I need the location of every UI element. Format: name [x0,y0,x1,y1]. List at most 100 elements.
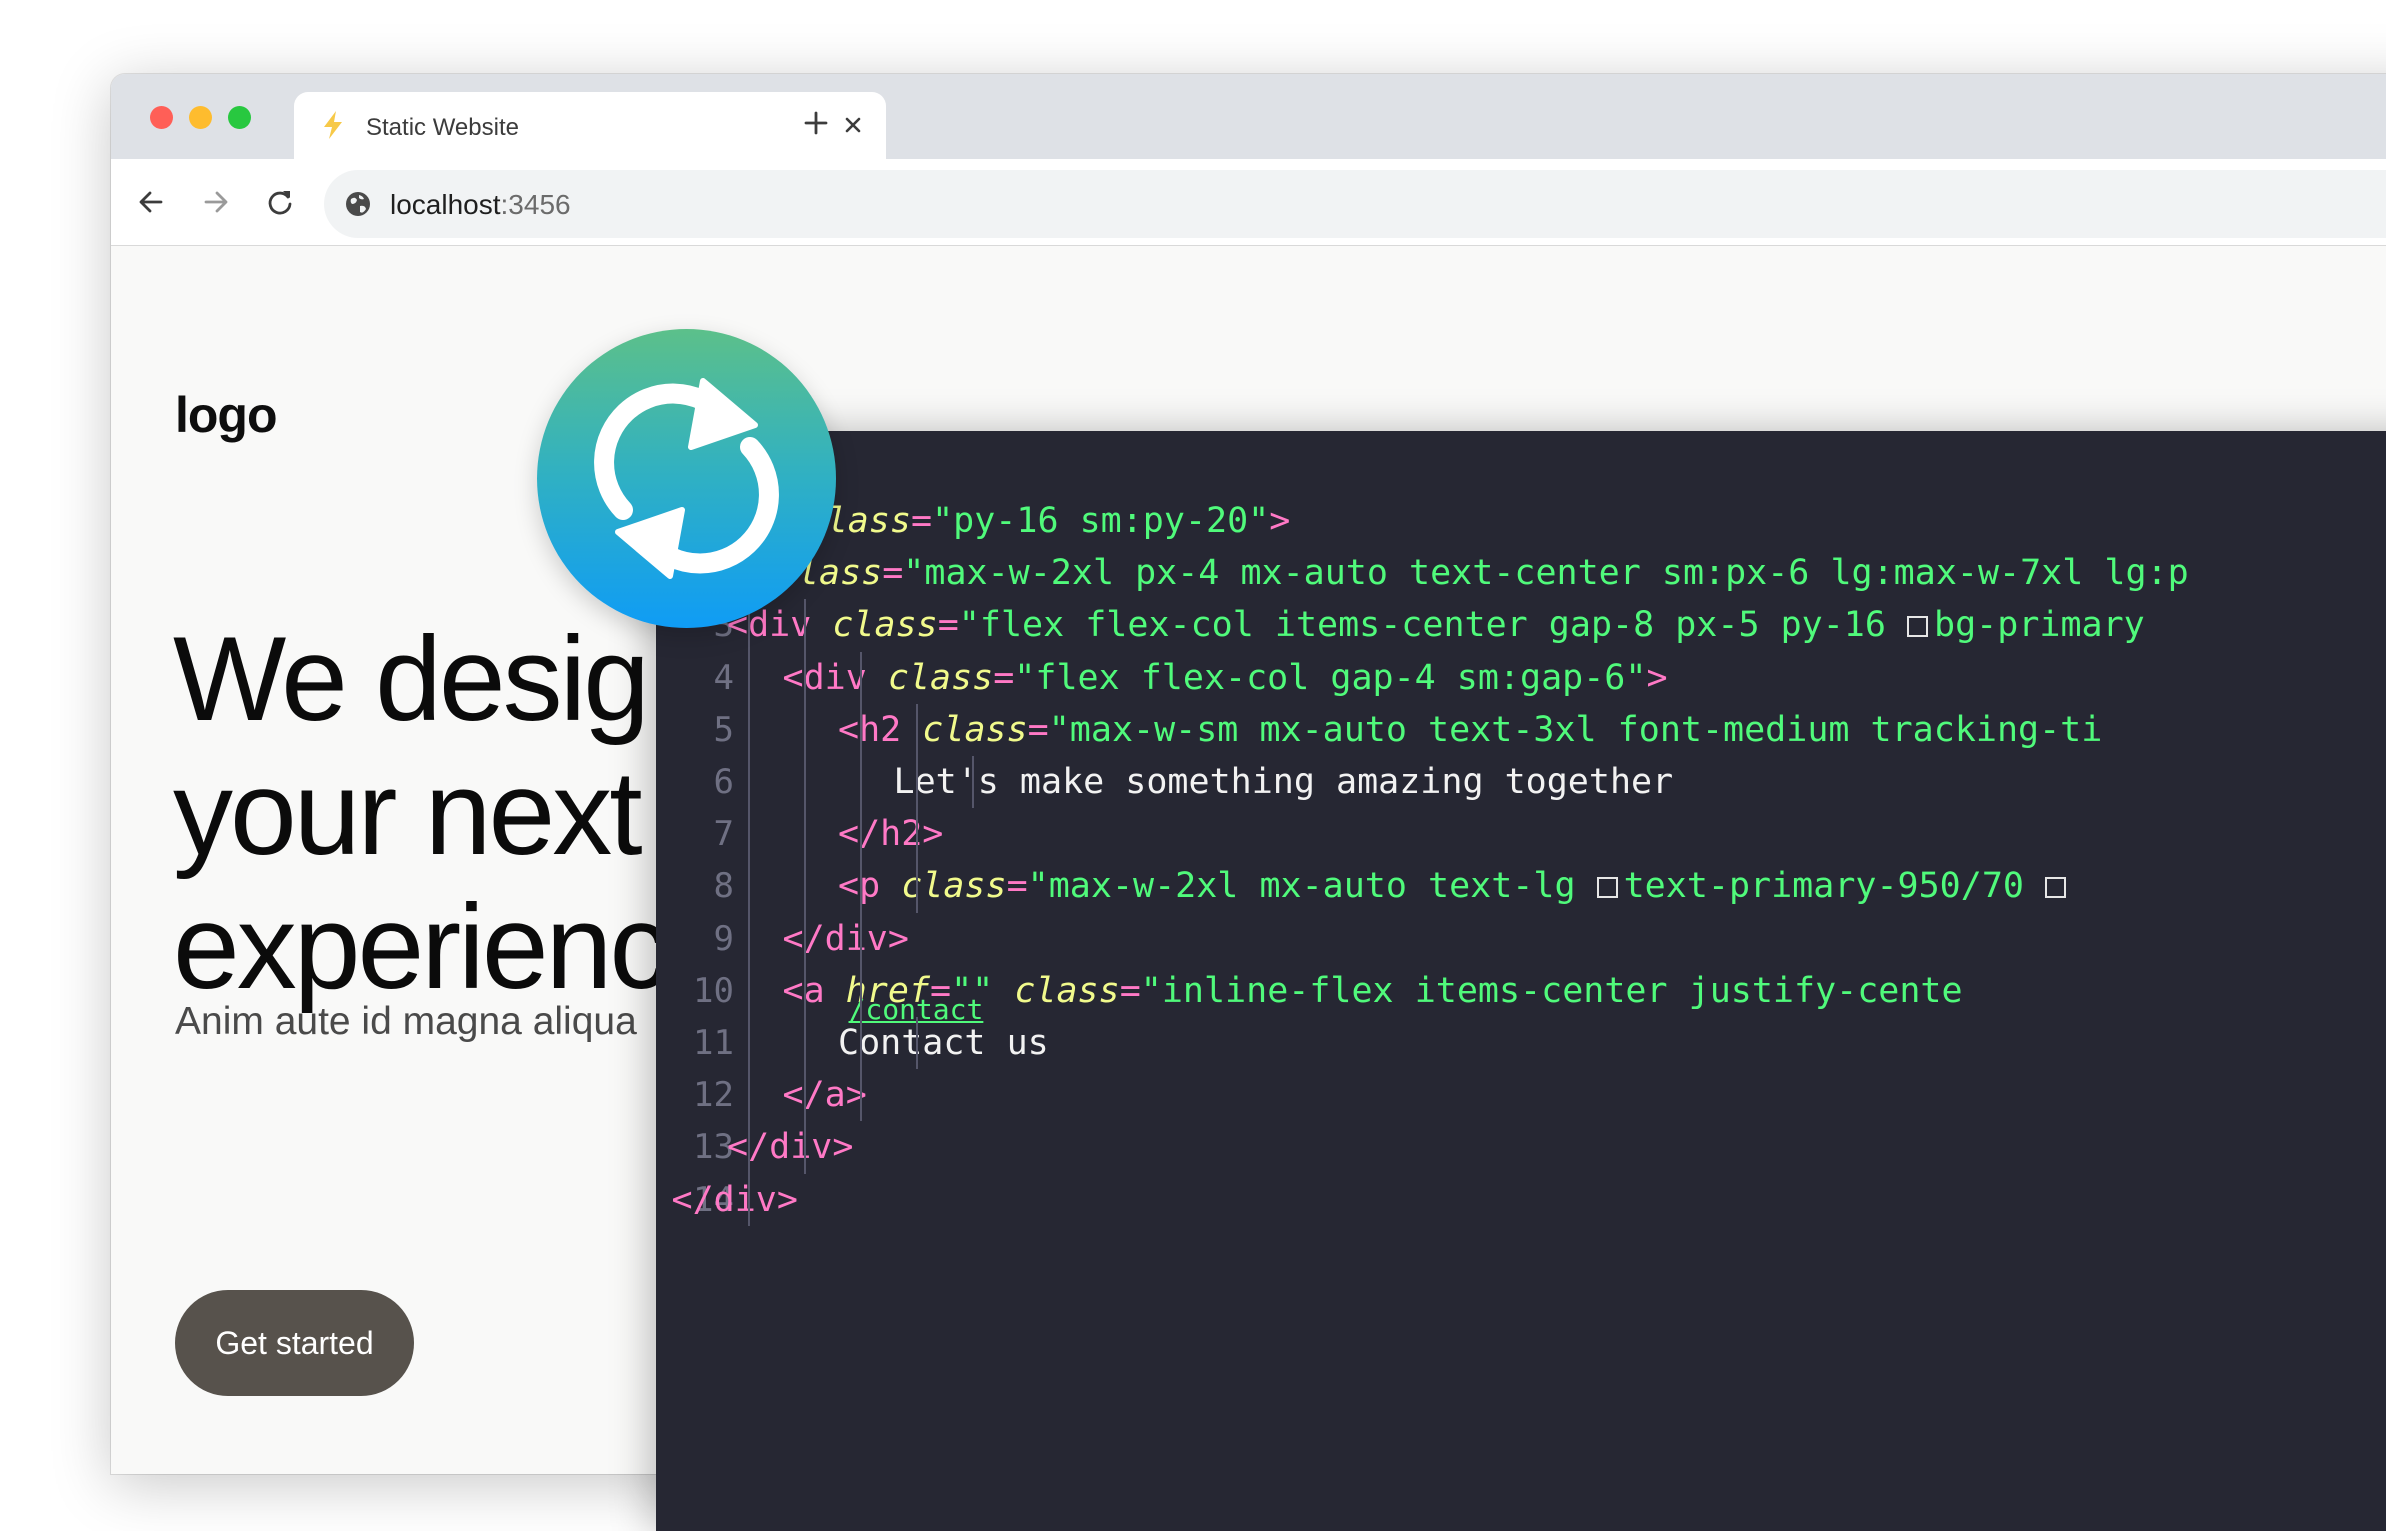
code-token: </div> [782,918,909,959]
code-text: <div class="max-w-2xl px-4 mx-auto text-… [672,547,2189,599]
indent-guide [860,651,862,704]
reload-icon[interactable] [263,185,297,219]
sync-icon [594,378,779,579]
indent-guide [860,808,862,861]
browser-tab[interactable]: Static Website [294,92,886,159]
code-token: </a> [782,1075,867,1116]
code-line: 5 <h2 class="max-w-sm mx-auto text-3xl fo… [656,703,2386,756]
code-token: class [832,605,938,646]
indent-guide [748,860,750,913]
globe-icon [346,192,370,216]
indent-guide [804,1121,806,1174]
back-icon[interactable] [134,185,168,219]
tab-title: Static Website [366,114,519,141]
indent-guide [748,756,750,809]
code-token: text-primary-950/70 [1623,866,2046,907]
line-number: 10 [693,970,734,1011]
indent-guide [804,756,806,809]
code-editor[interactable]: 1<section class="py-16 sm:py-20">2<div c… [616,431,2386,1531]
plus-icon[interactable] [801,108,831,138]
code-token: class [922,709,1028,750]
code-text: <h2 class="max-w-sm mx-auto text-3xl fon… [838,704,2102,756]
hero-title: We desig your next experienc [173,612,669,1014]
code-line: 13 </div> [656,1121,2386,1174]
close-window-button[interactable] [150,106,173,129]
code-line: 6 Let's make something amazing together [656,756,2386,809]
indent-guide [860,703,862,756]
code-token: "max-w-2xl px-4 mx-auto text-center sm:p… [903,553,2189,594]
code-line: 1<section class="py-16 sm:py-20"> [616,495,2386,547]
indent-guide [748,808,750,861]
indent-guide [916,756,918,809]
indent-guide [916,1017,918,1070]
indent-guide [748,1069,750,1122]
code-token: = [1119,970,1141,1011]
url-port: :3456 [500,189,571,220]
close-icon[interactable] [838,110,868,140]
color-swatch-icon [1907,616,1929,638]
line-number: 7 [713,814,734,855]
lightning-bolt-icon [324,111,342,139]
indent-guide [804,1069,806,1122]
code-token: = [1027,709,1049,750]
indent-guide [804,651,806,704]
indent-guide [748,703,750,756]
minimize-window-button[interactable] [189,106,212,129]
indent-guide [860,860,862,913]
code-text: </div> [783,913,909,965]
indent-guide [748,1017,750,1070]
code-token: bg-primary [1934,605,2145,646]
tab-strip: Static Website [111,74,2386,159]
code-token: > [1269,501,1291,541]
indent-guide [804,1017,806,1070]
line-number: 5 [713,709,734,750]
code-token: <h2 [838,709,923,750]
indent-guide [916,703,918,756]
code-line: 10 <a href="/contact " class="inline-flex … [656,964,2386,1026]
line-number: 12 [693,1075,734,1116]
code-line: 7 </h2> [656,808,2386,861]
line-number: 13 [693,1127,734,1168]
code-token: <p [838,866,902,907]
hero-line: your next [173,746,643,880]
code-token: class [887,657,994,698]
code-text: </div> [727,1121,853,1173]
code-token: "inline-flex items-center justify-cente [1140,970,1963,1011]
forward-icon[interactable] [199,185,233,219]
code-line: 11 Contact us [656,1017,2386,1070]
indent-guide [860,756,862,809]
indent-guide [748,964,750,1017]
address-bar[interactable]: localhost:3456 [324,170,2386,238]
code-token: </h2> [838,814,944,855]
indent-guide [748,1173,750,1226]
browser-toolbar: localhost:3456 [111,159,2386,246]
get-started-button[interactable]: Get started [175,1290,414,1396]
code-text: Contact us [838,1017,1049,1069]
indent-guide [748,1121,750,1174]
code-line: 9 </div> [656,912,2386,965]
code-line: 3 <div class="flex flex-col items-center … [656,599,2386,652]
indent-guide [860,964,862,1017]
code-line: 14 </div> [656,1173,2386,1226]
code-token: = [882,553,904,594]
code-text: </div> [672,1174,798,1226]
code-text: </a> [783,1069,867,1121]
code-text: Let's make something amazing together [894,756,1674,808]
indent-guide [860,1017,862,1070]
code-token: <div [782,657,888,698]
indent-guide [804,912,806,965]
indent-guide [916,860,918,913]
code-token: </div> [671,1179,798,1220]
code-token: Contact us [838,1023,1049,1063]
code-token: = [1006,866,1028,907]
indent-guide [916,808,918,861]
line-number: 6 [713,762,734,802]
indent-guide [860,1069,862,1122]
color-swatch-icon [1596,877,1618,899]
code-line: 8 <p class="max-w-2xl mx-auto text-lg tex… [656,860,2386,913]
site-logo[interactable]: logo [175,386,278,444]
url-text: localhost:3456 [390,189,571,221]
code-token: </div> [727,1127,854,1168]
maximize-window-button[interactable] [228,106,251,129]
hero-line: experienc [173,880,669,1014]
